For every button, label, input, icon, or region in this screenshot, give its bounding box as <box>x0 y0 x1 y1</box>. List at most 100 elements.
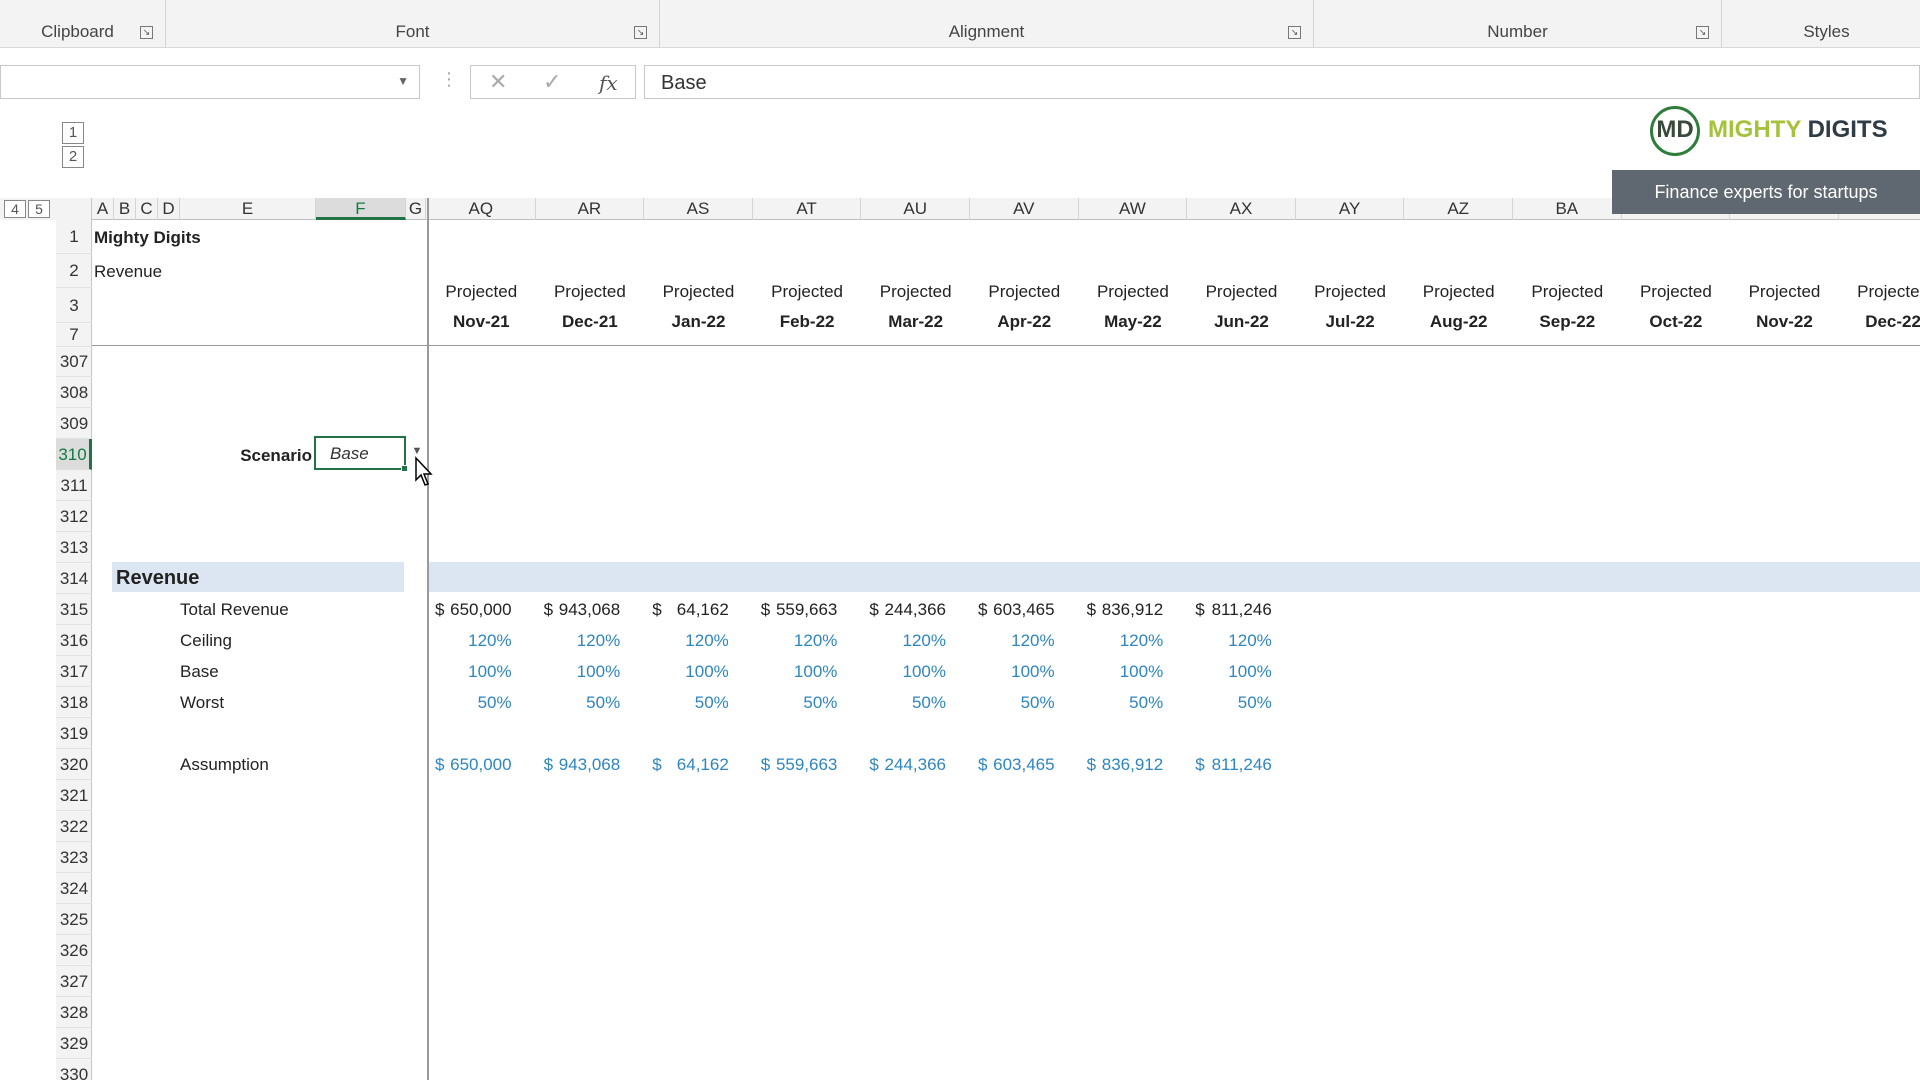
column-header-AW[interactable]: AW <box>1079 198 1188 220</box>
value-cell[interactable]: 811,246 <box>1187 600 1272 620</box>
scenario-label[interactable]: Scenario <box>200 446 312 466</box>
value-cell[interactable]: 650,000 <box>427 600 511 620</box>
projected-header[interactable]: Projected <box>970 282 1079 302</box>
row-header-313[interactable]: 313 <box>56 532 92 563</box>
row-header-322[interactable]: 322 <box>56 811 92 842</box>
value-cell[interactable]: 836,912 <box>1079 755 1163 775</box>
month-header[interactable]: Nov-22 <box>1730 312 1839 332</box>
value-cell[interactable]: 650,000 <box>427 755 511 775</box>
value-cell[interactable]: 603,465 <box>970 600 1054 620</box>
projected-header[interactable]: Projected <box>1513 282 1622 302</box>
fill-handle[interactable] <box>401 465 408 472</box>
column-header-B[interactable]: B <box>114 198 136 220</box>
dialog-launcher-icon[interactable]: ↘ <box>634 26 647 39</box>
row-header-309[interactable]: 309 <box>56 408 92 439</box>
projected-header[interactable]: Projected <box>1187 282 1296 302</box>
line-label[interactable]: Ceiling <box>180 631 232 651</box>
value-cell[interactable]: 244,366 <box>861 755 946 775</box>
value-cell[interactable]: 50% <box>753 693 837 713</box>
company-name[interactable]: Mighty Digits <box>94 228 201 248</box>
value-cell[interactable]: 120% <box>1079 631 1163 651</box>
row-header-329[interactable]: 329 <box>56 1028 92 1059</box>
value-cell[interactable]: 100% <box>427 662 511 682</box>
value-cell[interactable]: 120% <box>536 631 620 651</box>
row-header-317[interactable]: 317 <box>56 656 92 687</box>
value-cell[interactable]: 100% <box>861 662 946 682</box>
outline-level-1-button[interactable]: 1 <box>62 122 84 144</box>
value-cell[interactable]: 50% <box>427 693 512 713</box>
column-header-D[interactable]: D <box>158 198 180 220</box>
projected-header[interactable]: Projected <box>753 282 862 302</box>
value-cell[interactable]: 100% <box>1187 662 1271 682</box>
month-header[interactable]: Oct-22 <box>1622 312 1731 332</box>
value-cell[interactable]: 50% <box>970 693 1055 713</box>
section-title[interactable]: Revenue <box>116 567 199 590</box>
row-header-310[interactable]: 310 <box>56 439 92 470</box>
row-header-308[interactable]: 308 <box>56 377 92 408</box>
column-header-AS[interactable]: AS <box>644 198 753 220</box>
value-cell[interactable]: 100% <box>1079 662 1163 682</box>
enter-icon[interactable]: ✓ <box>543 69 561 95</box>
projected-header[interactable]: Projected <box>536 282 645 302</box>
row-header-307[interactable]: 307 <box>56 346 92 377</box>
column-header-AR[interactable]: AR <box>536 198 645 220</box>
column-header-BA[interactable]: BA <box>1513 198 1622 220</box>
line-label[interactable]: Base <box>180 662 219 682</box>
projected-header[interactable]: Projected <box>1404 282 1513 302</box>
projected-header[interactable]: Projected <box>1839 282 1920 302</box>
row-header-7[interactable]: 7 <box>56 323 92 347</box>
value-cell[interactable]: 836,912 <box>1079 600 1163 620</box>
value-cell[interactable]: 50% <box>536 693 620 713</box>
month-header[interactable]: Jun-22 <box>1187 312 1296 332</box>
column-header-G[interactable]: G <box>406 198 426 220</box>
row-header-315[interactable]: 315 <box>56 594 92 625</box>
month-header[interactable]: Sep-22 <box>1513 312 1622 332</box>
row-header-328[interactable]: 328 <box>56 997 92 1028</box>
row-header-316[interactable]: 316 <box>56 625 92 656</box>
value-cell[interactable]: 811,246 <box>1187 755 1272 775</box>
month-header[interactable]: Jan-22 <box>644 312 753 332</box>
row-header-321[interactable]: 321 <box>56 780 92 811</box>
value-cell[interactable]: 120% <box>427 631 511 651</box>
row-header-319[interactable]: 319 <box>56 718 92 749</box>
line-label[interactable]: Assumption <box>180 755 269 775</box>
dialog-launcher-icon[interactable]: ↘ <box>140 26 153 39</box>
column-header-AZ[interactable]: AZ <box>1404 198 1513 220</box>
formula-input[interactable]: Base <box>644 65 1920 99</box>
projected-header[interactable]: Projected <box>644 282 753 302</box>
projected-header[interactable]: Projected <box>1730 282 1839 302</box>
value-cell[interactable]: 244,366 <box>861 600 946 620</box>
month-header[interactable]: Apr-22 <box>970 312 1079 332</box>
row-header-326[interactable]: 326 <box>56 935 92 966</box>
dialog-launcher-icon[interactable]: ↘ <box>1696 26 1709 39</box>
value-cell[interactable]: 603,465 <box>970 755 1054 775</box>
month-header[interactable]: Feb-22 <box>753 312 862 332</box>
line-label[interactable]: Worst <box>180 693 224 713</box>
value-cell[interactable]: 50% <box>1187 693 1272 713</box>
chevron-down-icon[interactable]: ▼ <box>397 74 409 88</box>
column-header-F[interactable]: F <box>316 198 406 220</box>
column-header-AX[interactable]: AX <box>1187 198 1296 220</box>
column-header-AU[interactable]: AU <box>861 198 970 220</box>
month-header[interactable]: Mar-22 <box>861 312 970 332</box>
projected-header[interactable]: Projected <box>427 282 536 302</box>
value-cell[interactable]: 50% <box>861 693 946 713</box>
value-cell[interactable]: 120% <box>861 631 946 651</box>
value-cell[interactable]: 943,068 <box>536 600 620 620</box>
value-cell[interactable]: 100% <box>536 662 620 682</box>
month-header[interactable]: Dec-21 <box>536 312 645 332</box>
value-cell[interactable]: 50% <box>644 693 729 713</box>
row-header-330[interactable]: 330 <box>56 1059 92 1080</box>
month-header[interactable]: Jul-22 <box>1296 312 1405 332</box>
value-cell[interactable]: 120% <box>753 631 837 651</box>
row-header-1[interactable]: 1 <box>56 220 92 254</box>
value-cell[interactable]: 120% <box>644 631 728 651</box>
row-header-2[interactable]: 2 <box>56 254 92 288</box>
col-outline-level-5-button[interactable]: 5 <box>28 200 50 218</box>
value-cell[interactable]: 559,663 <box>753 755 837 775</box>
row-header-325[interactable]: 325 <box>56 904 92 935</box>
column-header-AY[interactable]: AY <box>1296 198 1405 220</box>
column-header-A[interactable]: A <box>92 198 114 220</box>
month-header[interactable]: May-22 <box>1079 312 1188 332</box>
projected-header[interactable]: Projected <box>861 282 970 302</box>
